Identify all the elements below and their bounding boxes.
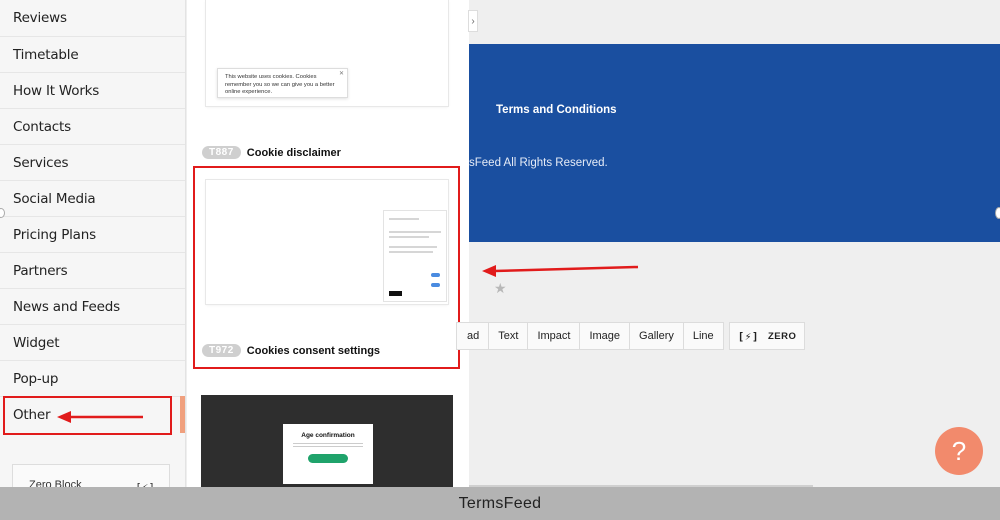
caption-bar: TermsFeed: [0, 487, 1000, 520]
sidebar-item-label: Pop-up: [13, 370, 59, 387]
sidebar-item-label: Contacts: [13, 118, 71, 135]
toolbar-button-line[interactable]: Line: [683, 322, 724, 350]
sidebar-item-label: Services: [13, 154, 69, 171]
sidebar-item-label: Social Media: [13, 190, 96, 207]
sidebar-item-label: News and Feeds: [13, 298, 120, 315]
toolbar-button-text[interactable]: Text: [489, 322, 529, 350]
sidebar-item-label: How It Works: [13, 82, 100, 99]
sidebar-item-widget[interactable]: Widget: [0, 325, 185, 361]
close-icon: ✕: [338, 71, 344, 77]
active-indicator: [180, 396, 185, 433]
template-name: Cookie disclaimer: [246, 146, 341, 159]
banner-rights-text: sFeed All Rights Reserved.: [469, 157, 608, 169]
zero-block-icon: [⚡]: [737, 329, 759, 343]
toolbar-button-ad[interactable]: ad: [456, 322, 490, 350]
sidebar-item-services[interactable]: Services: [0, 145, 185, 181]
age-confirmation-preview: Age confirmation: [283, 424, 373, 484]
sidebar-item-timetable[interactable]: Timetable: [0, 37, 185, 73]
zero-label: ZERO: [767, 330, 797, 342]
sidebar-item-social-media[interactable]: Social Media: [0, 181, 185, 217]
arrow-annotation-other: [57, 411, 143, 423]
sidebar-item-pricing-plans[interactable]: Pricing Plans: [0, 217, 185, 253]
chevron-right-icon[interactable]: ›: [468, 10, 478, 32]
age-preview-title: Age confirmation: [301, 432, 355, 439]
zero-block-button[interactable]: [⚡] ZERO: [729, 322, 805, 350]
sidebar-item-label: Partners: [13, 262, 68, 279]
sidebar-item-how-it-works[interactable]: How It Works: [0, 73, 185, 109]
sidebar-item-contacts[interactable]: Contacts: [0, 109, 185, 145]
toolbar-button-gallery[interactable]: Gallery: [630, 322, 684, 350]
sidebar-item-label: Reviews: [13, 10, 67, 26]
sidebar-item-label: Timetable: [13, 46, 79, 63]
cookie-preview-text: This website uses cookies. Cookies remem…: [225, 74, 335, 96]
sidebar-item-label: Pricing Plans: [13, 226, 96, 243]
star-icon[interactable]: ★: [494, 280, 507, 297]
preview-resize-handle[interactable]: [995, 207, 1000, 219]
template-id-badge: T887: [202, 146, 241, 159]
sidebar-item-label: Widget: [13, 334, 60, 351]
help-button[interactable]: ?: [935, 427, 983, 475]
block-type-toolbar: ad Text Impact Image Gallery Line: [456, 322, 724, 350]
zero-block-card[interactable]: Zero Block [⚡]: [12, 464, 170, 487]
template-label-t887[interactable]: T887 Cookie disclaimer: [202, 146, 341, 159]
sidebar-item-news-and-feeds[interactable]: News and Feeds: [0, 289, 185, 325]
toolbar-button-image[interactable]: Image: [580, 322, 631, 350]
highlight-box-cookies-consent: [193, 166, 460, 369]
toolbar-button-impact[interactable]: Impact: [528, 322, 581, 350]
sidebar-item-reviews[interactable]: Reviews: [0, 0, 185, 37]
sidebar-item-pop-up[interactable]: Pop-up: [0, 361, 185, 397]
cookie-popup-preview: This website uses cookies. Cookies remem…: [217, 68, 348, 98]
zero-card-label: Zero Block: [29, 479, 82, 487]
sidebar-item-partners[interactable]: Partners: [0, 253, 185, 289]
confirm-button-preview: [308, 454, 348, 463]
banner-title: Terms and Conditions: [496, 104, 617, 116]
caption-text: TermsFeed: [458, 494, 542, 512]
preview-footer-banner: [469, 44, 1000, 242]
arrow-annotation-template: [482, 265, 639, 277]
